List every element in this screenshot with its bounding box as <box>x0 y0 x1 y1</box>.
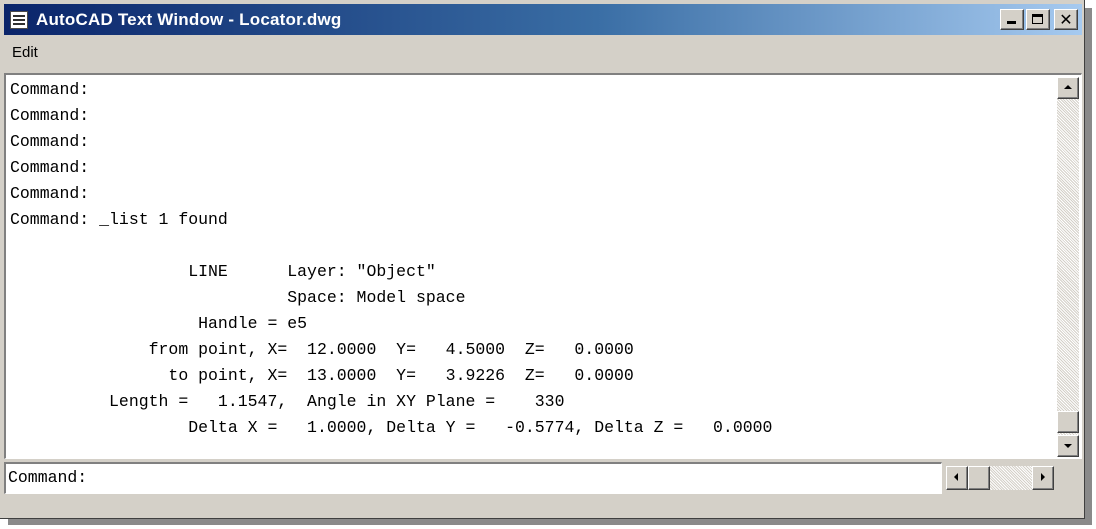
history-line: Command: <box>10 158 90 177</box>
menu-edit[interactable]: Edit <box>4 44 46 61</box>
history-line: Command: <box>10 80 90 99</box>
text-window-icon[interactable] <box>10 10 28 29</box>
history-line: Delta X = 1.0000, Delta Y = -0.5774, Del… <box>10 418 773 437</box>
history-line: Space: Model space <box>10 288 466 307</box>
history-line <box>10 233 1040 259</box>
history-line: Length = 1.1547, Angle in XY Plane = 330 <box>10 392 565 411</box>
history-line: Command: <box>10 132 90 151</box>
vertical-scroll-thumb[interactable] <box>1057 411 1079 433</box>
minimize-button[interactable] <box>1000 9 1024 30</box>
scroll-down-button[interactable] <box>1057 435 1079 457</box>
window-title: AutoCAD Text Window - Locator.dwg <box>36 9 342 29</box>
command-bar: Command: <box>4 462 1082 494</box>
arrow-up-icon <box>1064 85 1072 89</box>
horizontal-scroll-thumb[interactable] <box>968 466 990 490</box>
command-history-area[interactable]: Command: Command: Command: Command: Comm… <box>4 73 1082 459</box>
close-button[interactable]: ✕ <box>1054 9 1078 30</box>
history-line: Command: _list 1 found <box>10 210 228 229</box>
maximize-icon <box>1032 14 1043 24</box>
history-line: Command: <box>10 184 90 203</box>
history-line: to point, X= 13.0000 Y= 3.9226 Z= 0.0000 <box>10 366 634 385</box>
close-icon: ✕ <box>1059 10 1073 29</box>
command-line-input[interactable]: Command: <box>4 462 942 494</box>
scroll-up-button[interactable] <box>1057 77 1079 99</box>
window-controls: ✕ <box>998 9 1078 30</box>
minimize-icon <box>1007 21 1016 24</box>
arrow-right-icon <box>1041 473 1045 481</box>
command-history-text: Command: Command: Command: Command: Comm… <box>10 77 1040 457</box>
maximize-button[interactable] <box>1026 9 1050 30</box>
title-bar[interactable]: AutoCAD Text Window - Locator.dwg ✕ <box>4 4 1082 35</box>
menu-bar: Edit <box>4 37 1082 67</box>
history-line: Handle = e5 <box>10 314 308 333</box>
history-line: from point, X= 12.0000 Y= 4.5000 Z= 0.00… <box>10 340 634 359</box>
scroll-left-button[interactable] <box>946 466 968 490</box>
horizontal-scrollbar[interactable] <box>946 466 1054 490</box>
history-line: Command: <box>10 106 90 125</box>
arrow-left-icon <box>954 473 958 481</box>
autocad-text-window: AutoCAD Text Window - Locator.dwg ✕ Edit… <box>0 0 1085 519</box>
scroll-right-button[interactable] <box>1032 466 1054 490</box>
vertical-scrollbar[interactable] <box>1057 77 1079 457</box>
history-line: LINE Layer: "Object" <box>10 262 436 281</box>
arrow-down-icon <box>1064 444 1072 448</box>
